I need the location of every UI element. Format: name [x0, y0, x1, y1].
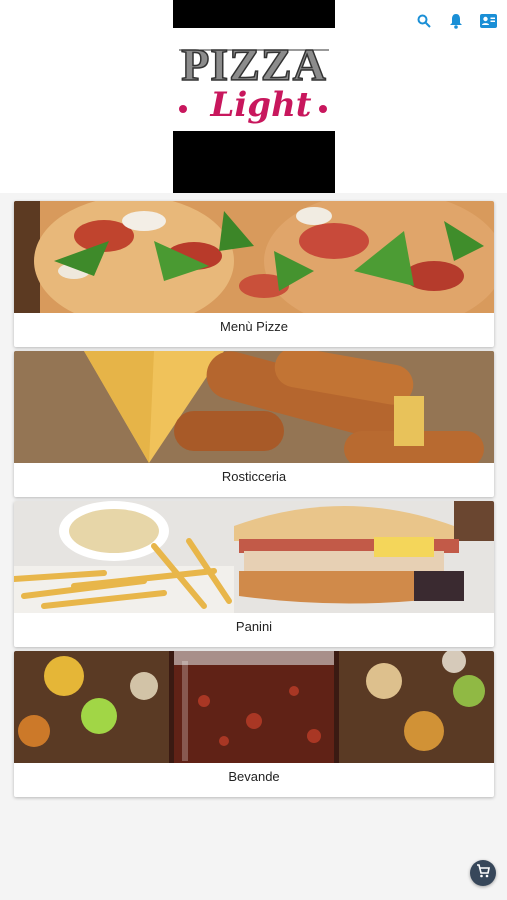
- svg-text:Light: Light: [209, 85, 311, 125]
- cart-icon: [476, 863, 490, 883]
- logo-top-band: [173, 0, 335, 28]
- header-actions: [415, 12, 497, 30]
- category-card-pizza[interactable]: Menù Pizze: [14, 201, 494, 347]
- pizza-light-logo: PIZZA Light: [173, 28, 335, 131]
- panini-image: [14, 501, 494, 613]
- svg-text:PIZZA: PIZZA: [181, 39, 327, 90]
- app-header: PIZZA Light: [0, 0, 507, 193]
- category-card-panini[interactable]: Panini: [14, 501, 494, 647]
- search-icon[interactable]: [415, 12, 433, 30]
- brand-logo: PIZZA Light: [173, 0, 335, 193]
- category-label: Bevande: [228, 769, 280, 784]
- logo-bottom-band: [173, 131, 335, 193]
- category-label: Panini: [235, 619, 273, 634]
- bevande-image: [14, 651, 494, 763]
- bell-icon[interactable]: [447, 12, 465, 30]
- category-card-bevande[interactable]: Bevande: [14, 651, 494, 797]
- category-label: Rosticceria: [221, 469, 287, 484]
- contact-card-icon[interactable]: [479, 12, 497, 30]
- category-card-rosticceria[interactable]: Rosticceria: [14, 351, 494, 497]
- cart-button[interactable]: [470, 860, 496, 886]
- rosticceria-image: [14, 351, 494, 463]
- category-list: Menù Pizze Rosticceria Panini Bevande: [14, 201, 494, 801]
- category-label: Menù Pizze: [220, 319, 288, 334]
- pizza-image: [14, 201, 494, 313]
